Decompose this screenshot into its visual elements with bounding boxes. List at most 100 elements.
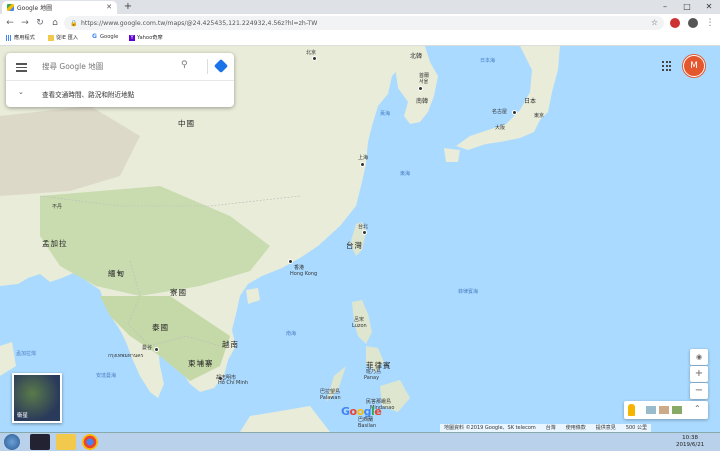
label-osaka: 大阪 <box>495 125 506 131</box>
label-china: 中國 <box>178 119 195 128</box>
expand-imagery-button[interactable]: ⌃ <box>694 404 701 413</box>
city-marker[interactable] <box>512 110 517 115</box>
divider <box>207 59 208 74</box>
imagery-thumb-icon[interactable] <box>672 406 682 414</box>
label-panay-zh: 班乃島 <box>366 369 382 375</box>
apps-grid-icon <box>6 34 12 41</box>
maps-search-panel: ⚲ ⌄ 查看交通時間、路況和附近地點 <box>6 53 234 107</box>
label-sea-of-japan: 日本海 <box>480 58 496 64</box>
zoom-out-button[interactable]: − <box>690 383 708 399</box>
label-nagoya: 名古屋 <box>492 109 508 115</box>
label-beijing: 北京 <box>306 50 317 56</box>
folder-icon[interactable] <box>56 434 76 450</box>
label-hong-kong-zh: 香港 <box>294 265 305 271</box>
label-seoul-korean: 서울 <box>419 79 429 85</box>
bookmark-star-icon[interactable]: ☆ <box>651 18 658 27</box>
label-luzon-en: Luzon <box>352 323 367 329</box>
my-location-button[interactable]: ◉ <box>690 349 708 365</box>
imagery-thumb-icon[interactable] <box>646 406 656 414</box>
browser-tab[interactable]: Google 地圖 ✕ <box>2 1 117 14</box>
directions-icon[interactable] <box>213 58 229 74</box>
imagery-thumb-icon[interactable] <box>659 406 669 414</box>
chrome-icon[interactable] <box>82 434 98 450</box>
label-myanmar: 緬甸 <box>108 269 125 278</box>
city-marker[interactable] <box>312 56 317 61</box>
extension-shield-icon[interactable] <box>688 18 698 28</box>
bookmark-apps[interactable]: 應用程式 <box>6 34 35 41</box>
search-row: ⚲ <box>6 53 234 81</box>
zoom-in-button[interactable]: + <box>690 366 708 382</box>
tab-strip: Google 地圖 ✕ + – □ ✕ <box>0 0 720 14</box>
label-hcmc-vi: Hồ Chí Minh <box>218 380 249 386</box>
pegman-icon[interactable] <box>628 404 635 416</box>
extension-icon[interactable] <box>670 18 680 28</box>
traffic-toggle[interactable]: ⌄ 查看交通時間、路況和附近地點 <box>6 80 234 107</box>
system-clock[interactable]: 10:38 2019/6/21 <box>676 435 704 449</box>
tab-title: Google 地圖 <box>17 5 53 12</box>
label-tokyo: 東京 <box>534 113 545 119</box>
label-north-korea: 北韓 <box>410 53 423 60</box>
reload-icon[interactable]: ↻ <box>34 17 46 29</box>
minimize-button[interactable]: – <box>654 0 676 13</box>
satellite-label: 衛星 <box>17 413 29 419</box>
label-hong-kong-en: Hong Kong <box>290 271 318 277</box>
label-palawan-en: Palawan <box>320 395 341 401</box>
label-bay-of-bengal: 孟加拉灣 <box>16 351 37 357</box>
url-text: https://www.google.com.tw/maps/@24.42543… <box>81 19 318 27</box>
bookmark-google[interactable]: G Google <box>92 33 118 41</box>
folder-icon <box>48 34 54 41</box>
label-luzon-zh: 呂宋 <box>354 317 365 323</box>
bookmark-yahoo[interactable]: Y Yahoo奇摩 <box>129 34 163 41</box>
label-bangladesh: 孟加拉 <box>42 239 68 248</box>
label-andaman-sea: 安達曼海 <box>96 373 117 379</box>
label-south-china-sea: 南海 <box>286 331 297 337</box>
city-marker[interactable] <box>362 230 367 235</box>
label-cambodia: 柬埔寨 <box>188 359 214 368</box>
scale-label[interactable]: 500 公里 <box>626 424 647 432</box>
city-marker[interactable] <box>360 162 365 167</box>
account-avatar[interactable]: M <box>683 55 705 77</box>
label-south-korea: 南韓 <box>416 98 429 105</box>
label-yellow-sea: 黃海 <box>380 111 391 117</box>
satellite-layer-toggle[interactable]: 衛星 <box>12 373 62 423</box>
start-button-icon[interactable] <box>4 434 20 450</box>
new-tab-button[interactable]: + <box>122 1 134 13</box>
tab-close-icon[interactable]: ✕ <box>106 3 112 11</box>
taskbar-app-icon[interactable] <box>30 434 50 450</box>
menu-icon[interactable] <box>16 61 27 72</box>
bookmark-ie-folder[interactable]: 從IE 匯入 <box>48 34 78 41</box>
city-marker[interactable] <box>288 259 293 264</box>
label-basilan-en: Basilan <box>358 423 377 429</box>
label-philippine-sea: 菲律賓海 <box>458 289 479 295</box>
browser-menu-icon[interactable]: ⋮ <box>704 17 716 29</box>
browser-toolbar: ← → ↻ ⌂ 🔒 https://www.google.com.tw/maps… <box>0 14 720 32</box>
home-icon[interactable]: ⌂ <box>49 17 61 29</box>
label-bangkok-thai: กรุงเทพมหานคร <box>108 353 144 359</box>
search-input[interactable] <box>42 60 172 72</box>
yahoo-icon: Y <box>129 34 135 41</box>
label-bhutan: 不丹 <box>52 204 63 210</box>
bookmarks-bar: 應用程式 從IE 匯入 G Google Y Yahoo奇摩 <box>0 32 720 46</box>
feedback-link[interactable]: 提供意見 <box>596 424 616 432</box>
google-g-icon: G <box>92 33 97 40</box>
maximize-button[interactable]: □ <box>676 0 698 13</box>
label-vietnam: 越南 <box>222 340 239 349</box>
close-window-button[interactable]: ✕ <box>698 0 720 13</box>
imagery-bar: ⌃ <box>624 401 708 419</box>
terms-link[interactable]: 使用條款 <box>566 424 586 432</box>
label-east-china-sea: 東海 <box>400 171 411 177</box>
region-link[interactable]: 台灣 <box>546 424 556 432</box>
google-logo: Google <box>341 405 382 418</box>
forward-icon[interactable]: → <box>19 17 31 29</box>
back-icon[interactable]: ← <box>4 17 16 29</box>
city-marker[interactable] <box>154 347 159 352</box>
label-thailand: 泰國 <box>152 323 169 332</box>
label-taipei: 台北 <box>358 224 369 230</box>
search-icon[interactable]: ⚲ <box>181 60 188 70</box>
map-footer: 地圖資料 ©2019 Google、SK telecom 台灣 使用條款 提供意… <box>440 424 651 432</box>
taskbar: 10:38 2019/6/21 <box>0 432 720 451</box>
city-marker[interactable] <box>418 86 423 91</box>
address-bar[interactable]: 🔒 https://www.google.com.tw/maps/@24.425… <box>64 16 664 30</box>
label-shanghai: 上海 <box>358 155 369 161</box>
google-apps-icon[interactable] <box>662 61 672 71</box>
